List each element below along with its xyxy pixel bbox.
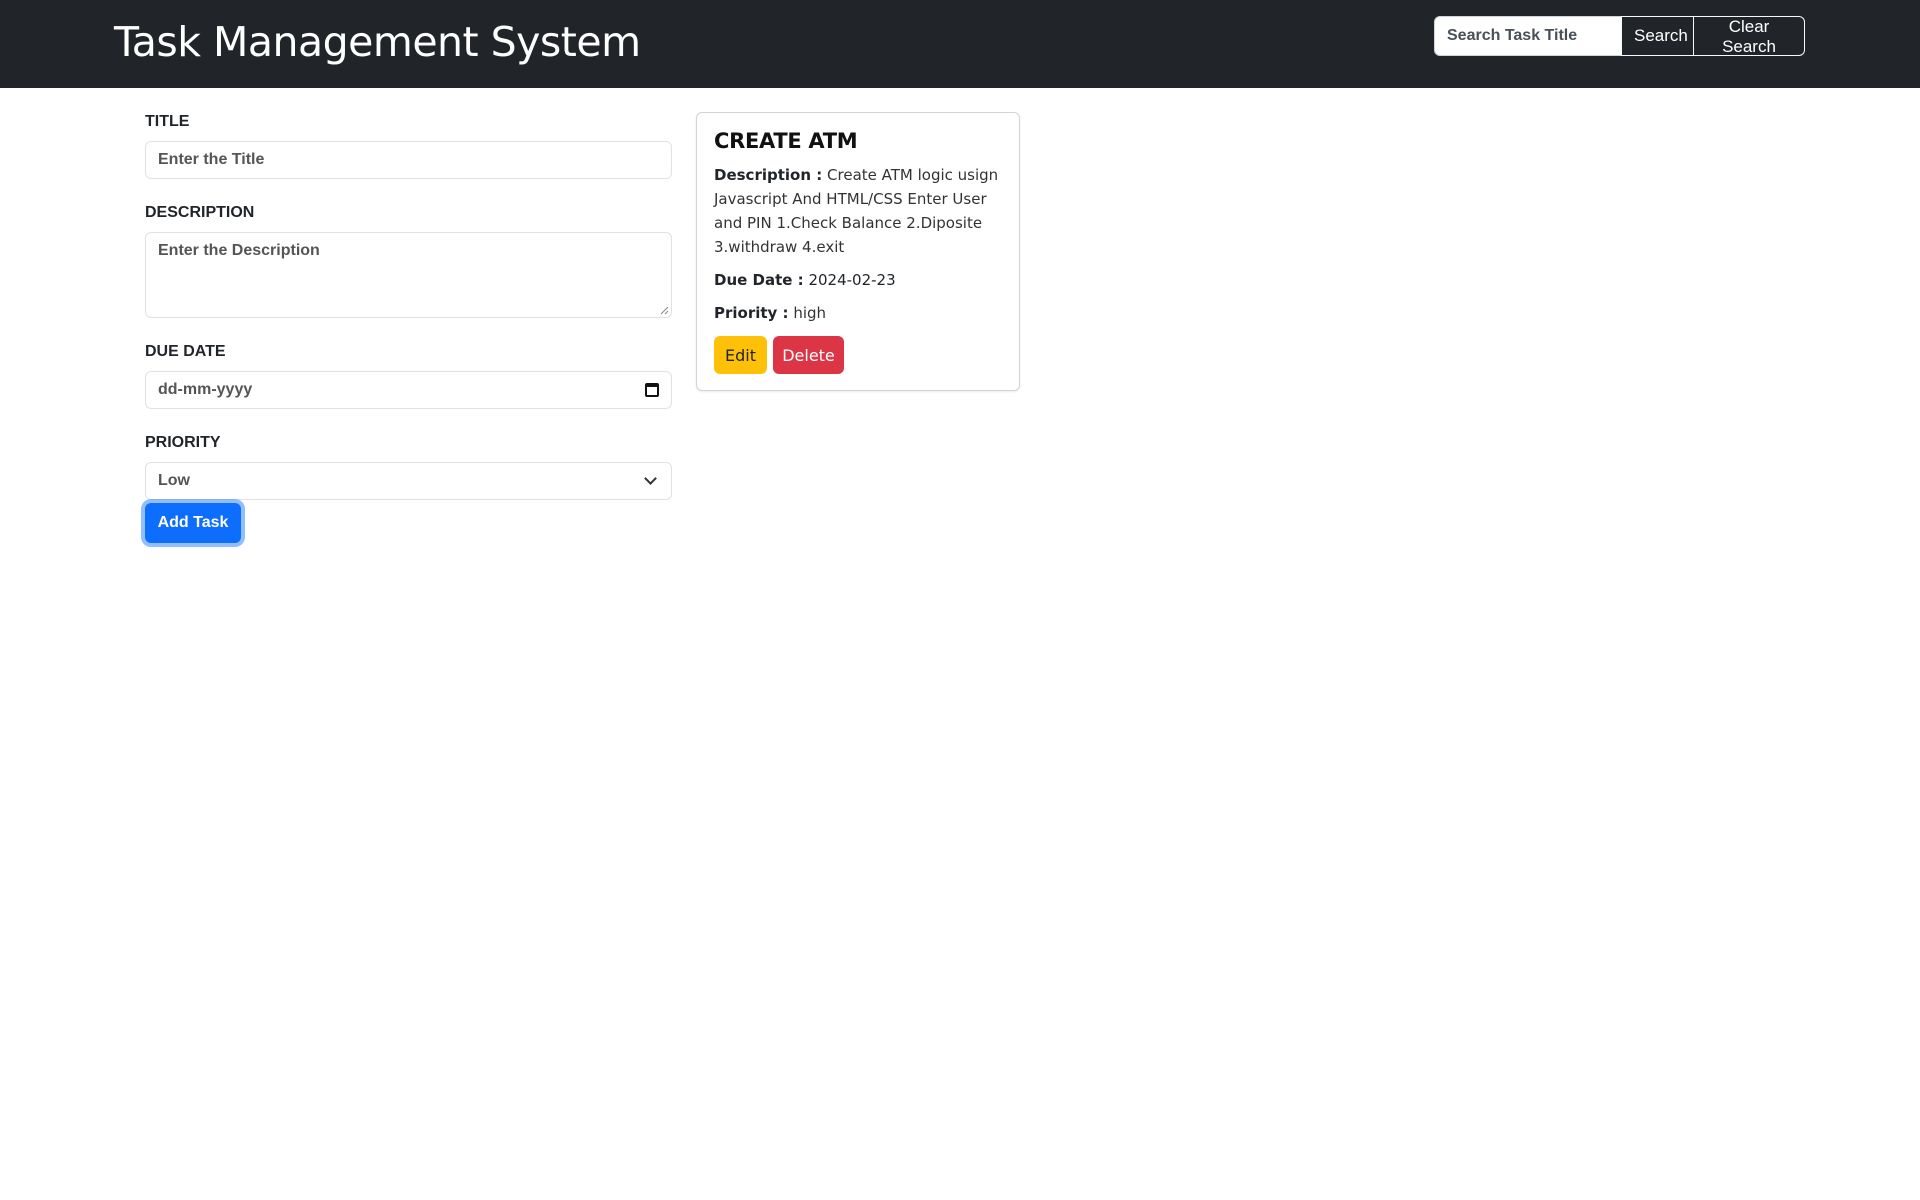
title-label: TITLE (145, 113, 190, 130)
task-due-date-label: Due Date : (714, 271, 804, 289)
task-title: CREATE ATM (714, 129, 858, 153)
search-input[interactable] (1434, 16, 1622, 56)
description-placeholder: Enter the Description (158, 242, 320, 259)
priority-select[interactable]: Low (145, 462, 672, 500)
search-group: Search Clear Search (1434, 16, 1805, 56)
title-input[interactable]: Enter the Title (145, 141, 672, 179)
due-date-placeholder: dd-mm-yyyy (158, 381, 253, 398)
add-task-button[interactable]: Add Task (145, 503, 241, 543)
priority-selected-value: Low (158, 472, 190, 489)
search-button[interactable]: Search (1621, 16, 1694, 56)
chevron-down-icon (644, 472, 657, 485)
due-date-label: DUE DATE (145, 343, 226, 360)
task-priority-label: Priority : (714, 304, 789, 322)
task-description-label: Description : (714, 166, 823, 184)
edit-task-button[interactable]: Edit (714, 336, 767, 374)
app-title: Task Management System (114, 18, 641, 66)
task-priority-value: high (793, 304, 827, 322)
add-task-label: Add Task (157, 514, 229, 531)
clear-search-button[interactable]: Clear Search (1693, 16, 1805, 56)
task-actions: Edit Delete (714, 336, 844, 374)
due-date-input[interactable]: dd-mm-yyyy (145, 371, 672, 409)
description-label: DESCRIPTION (145, 204, 255, 221)
delete-task-button[interactable]: Delete (773, 336, 844, 374)
task-card: CREATE ATM Description : Create ATM logi… (696, 112, 1020, 391)
task-due-date-value: 2024-02-23 (808, 271, 896, 289)
task-due-date: Due Date : 2024-02-23 (714, 268, 1002, 292)
top-navbar: Task Management System Search Clear Sear… (0, 0, 1920, 88)
title-placeholder: Enter the Title (158, 151, 265, 168)
priority-label: PRIORITY (145, 434, 221, 451)
task-description: Description : Create ATM logic usign Jav… (714, 163, 1002, 259)
calendar-icon[interactable] (645, 383, 659, 397)
task-priority: Priority : high (714, 301, 1002, 325)
resize-grip-icon[interactable] (659, 305, 669, 315)
description-textarea[interactable]: Enter the Description (145, 232, 672, 318)
task-form: TITLE Enter the Title DESCRIPTION Enter … (145, 112, 672, 543)
